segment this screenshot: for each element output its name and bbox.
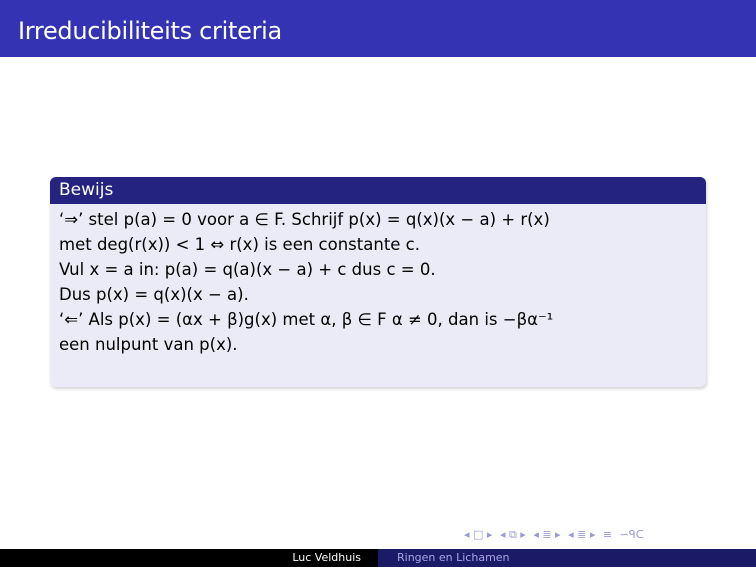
proof-line: een nulpunt van p(x).	[59, 335, 238, 354]
proof-block-title: Bewijs	[50, 177, 706, 204]
search-back-icon[interactable]: ∽ᑫᑕ	[620, 527, 644, 543]
section-nav-icon[interactable]: ◂ ≣ ▸	[533, 527, 560, 543]
proof-line: ‘⇐’ Als p(x) = (αx + β)g(x) met α, β ∈ F…	[59, 310, 554, 329]
proof-line: Vul x = a in: p(a) = q(a)(x − a) + c dus…	[59, 260, 436, 279]
slide-title: Irreducibiliteits criteria	[18, 17, 282, 45]
proof-line: met deg(r(x)) < 1 ⇔ r(x) is een constant…	[59, 235, 421, 254]
frame-nav-icon[interactable]: ◂ □ ▸	[464, 527, 492, 543]
beamer-navigation: ◂ □ ▸ ◂ ⧉ ▸ ◂ ≣ ▸ ◂ ≣ ▸ ≡ ∽ᑫᑕ	[462, 527, 646, 543]
slide-footer: Luc Veldhuis Ringen en Lichamen	[0, 549, 756, 567]
footer-course-panel: Ringen en Lichamen	[378, 549, 756, 567]
footer-author: Luc Veldhuis	[292, 551, 361, 564]
appendix-nav-icon[interactable]: ≡	[603, 527, 612, 543]
document-nav-icon[interactable]: ◂ ≣ ▸	[568, 527, 595, 543]
proof-line: Dus p(x) = q(x)(x − a).	[59, 285, 249, 304]
proof-line: ‘⇒’ stel p(a) = 0 voor a ∈ F. Schrijf p(…	[59, 210, 550, 229]
footer-author-panel: Luc Veldhuis	[0, 549, 378, 567]
slide-header: Irreducibiliteits criteria	[0, 0, 756, 57]
proof-block-body: ‘⇒’ stel p(a) = 0 voor a ∈ F. Schrijf p(…	[50, 204, 706, 357]
footer-course: Ringen en Lichamen	[397, 551, 510, 564]
subsection-nav-icon[interactable]: ◂ ⧉ ▸	[500, 527, 526, 543]
proof-block: Bewijs ‘⇒’ stel p(a) = 0 voor a ∈ F. Sch…	[50, 177, 706, 387]
